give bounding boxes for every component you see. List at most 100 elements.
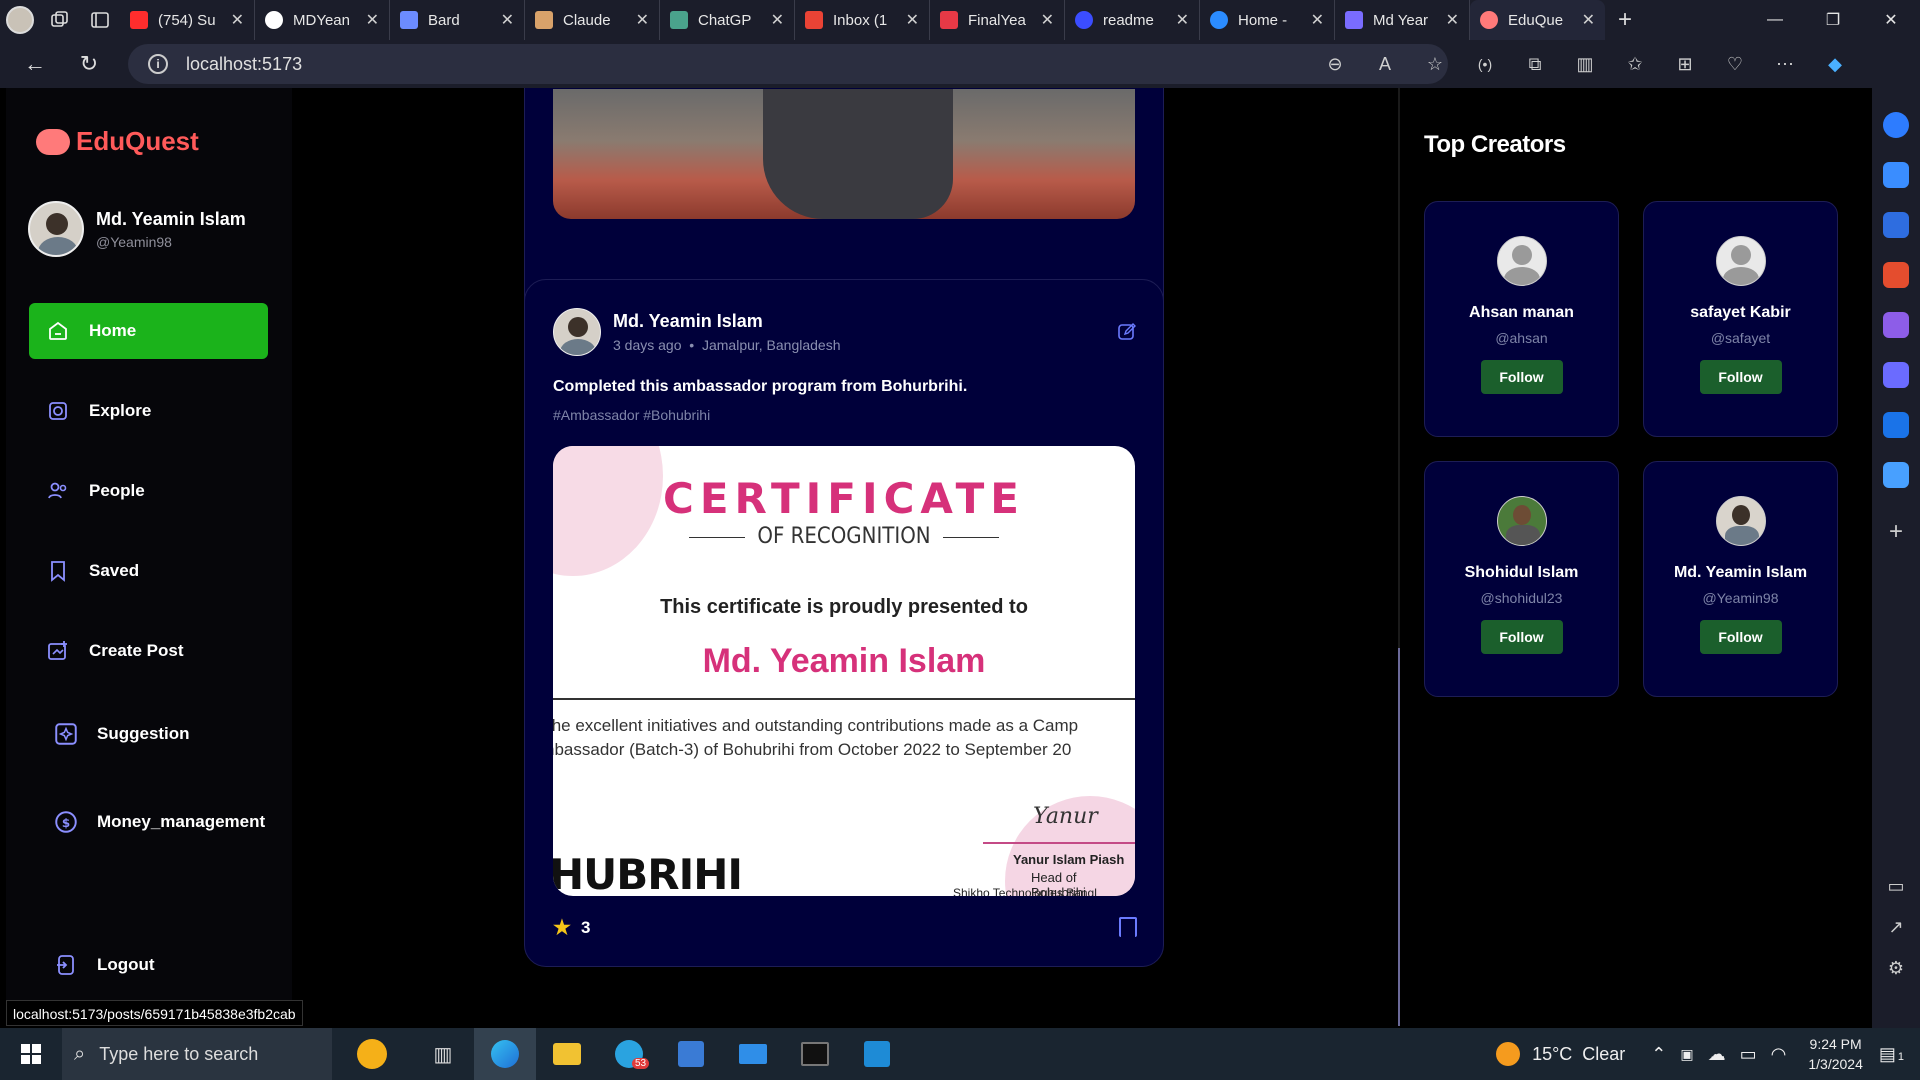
favorites-icon[interactable]: ✩ <box>1610 54 1660 75</box>
taskbar-search[interactable]: ⌕ Type here to search <box>62 1028 332 1080</box>
creator-card[interactable]: Md. Yeamin Islam @Yeamin98 Follow <box>1643 461 1838 697</box>
minimize-icon[interactable]: — <box>1746 0 1804 40</box>
creator-card[interactable]: safayet Kabir @safayet Follow <box>1643 201 1838 437</box>
nav-item-money-management[interactable]: $ Money_management <box>29 794 268 850</box>
close-icon[interactable]: ✕ <box>636 10 649 30</box>
browser-tab[interactable]: Claude ✕ <box>525 0 660 40</box>
nav-item-saved[interactable]: Saved <box>29 543 268 599</box>
edge-icon[interactable] <box>474 1028 536 1080</box>
weather-widget-icon[interactable] <box>332 1028 412 1080</box>
close-icon[interactable]: ✕ <box>501 10 514 30</box>
more-icon[interactable]: ⋯ <box>1760 54 1810 75</box>
creator-card[interactable]: Ahsan manan @ahsan Follow <box>1424 201 1619 437</box>
settings-gear-icon[interactable]: ⚙ <box>1888 958 1904 979</box>
star-icon[interactable]: ★ <box>553 915 571 940</box>
browser-tab[interactable]: Md Year ✕ <box>1335 0 1470 40</box>
close-icon[interactable]: ✕ <box>366 10 379 30</box>
browser-tab[interactable]: readme ✕ <box>1065 0 1200 40</box>
wifi-icon[interactable]: ◠ <box>1771 1044 1787 1065</box>
close-icon[interactable]: ✕ <box>1176 10 1189 30</box>
weather-text[interactable]: 15°C Clear <box>1532 1044 1625 1065</box>
drop-icon[interactable] <box>1883 462 1909 488</box>
favorite-star-icon[interactable]: ☆ <box>1410 54 1460 75</box>
browser-tab[interactable]: Inbox (1 ✕ <box>795 0 930 40</box>
store-icon[interactable] <box>660 1028 722 1080</box>
follow-button[interactable]: Follow <box>1699 620 1782 654</box>
profile-card[interactable]: Md. Yeamin Islam @Yeamin98 <box>28 201 246 257</box>
chevron-up-icon[interactable]: ⌃ <box>1651 1044 1666 1065</box>
bookmark-icon[interactable] <box>1119 917 1137 943</box>
nav-item-suggestion[interactable]: Suggestion <box>29 706 268 762</box>
url-field[interactable]: i localhost:5173 <box>128 44 1448 84</box>
browser-tab[interactable]: FinalYea ✕ <box>930 0 1065 40</box>
notification-center-icon[interactable]: ▤ 1 <box>1879 1044 1904 1065</box>
browser-tab-active[interactable]: EduQue ✕ <box>1470 0 1605 40</box>
telegram-icon[interactable]: 53 <box>598 1028 660 1080</box>
close-icon[interactable]: ✕ <box>1311 10 1324 30</box>
creator-card[interactable]: Shohidul Islam @shohidul23 Follow <box>1424 461 1619 697</box>
refresh-icon[interactable]: ↻ <box>62 40 116 88</box>
search-icon[interactable] <box>1883 162 1909 188</box>
browser-tab[interactable]: Home - ✕ <box>1200 0 1335 40</box>
task-view-icon[interactable]: ▥ <box>412 1028 474 1080</box>
open-external-icon[interactable]: ↗ <box>1888 917 1903 938</box>
info-icon[interactable]: i <box>148 54 168 74</box>
post-image[interactable] <box>553 89 1135 219</box>
weather-moon-icon[interactable] <box>1496 1042 1521 1066</box>
brand-logo[interactable]: EduQuest <box>36 126 199 157</box>
tools-icon[interactable] <box>1883 262 1909 288</box>
sidebar-toggle-icon[interactable]: ▭ <box>1887 876 1904 897</box>
outlook-icon[interactable] <box>1883 412 1909 438</box>
post-tags[interactable]: #Ambassador #Bohubrihi <box>553 407 710 423</box>
avatar[interactable] <box>553 308 601 356</box>
nav-item-people[interactable]: People <box>29 463 268 519</box>
restore-icon[interactable]: ❐ <box>1804 0 1862 40</box>
windows-start-icon[interactable] <box>0 1028 62 1080</box>
post-author[interactable]: Md. Yeamin Islam <box>613 311 841 332</box>
nav-item-home[interactable]: Home <box>29 303 268 359</box>
terminal-icon[interactable] <box>784 1028 846 1080</box>
browser-tab[interactable]: Bard ✕ <box>390 0 525 40</box>
browser-tab[interactable]: MDYean ✕ <box>255 0 390 40</box>
edit-icon[interactable] <box>1117 322 1137 347</box>
nav-item-explore[interactable]: Explore <box>29 383 268 439</box>
close-icon[interactable]: ✕ <box>1446 10 1459 30</box>
camera-icon[interactable]: ▣ <box>1680 1046 1693 1063</box>
close-icon[interactable]: ✕ <box>771 10 784 30</box>
browser-tab[interactable]: ChatGP ✕ <box>660 0 795 40</box>
office-icon[interactable] <box>1883 362 1909 388</box>
battery-icon[interactable]: ▭ <box>1740 1044 1757 1065</box>
onedrive-cloud-icon[interactable]: ☁ <box>1708 1044 1726 1065</box>
scrollbar[interactable] <box>1398 648 1400 1026</box>
tab-actions-icon[interactable] <box>80 0 120 40</box>
star-reaction[interactable]: ★ 3 <box>553 915 590 940</box>
new-tab-button[interactable]: + <box>1605 0 1645 40</box>
taskbar-clock[interactable]: 9:24 PM 1/3/2024 <box>1808 1034 1863 1074</box>
back-icon[interactable]: ← <box>8 40 62 88</box>
split-screen-icon[interactable]: ▥ <box>1560 54 1610 75</box>
read-aloud-icon[interactable]: A <box>1360 54 1410 75</box>
profile-icon[interactable] <box>0 0 40 40</box>
games-icon[interactable] <box>1883 312 1909 338</box>
close-window-icon[interactable]: ✕ <box>1862 0 1920 40</box>
copilot-icon[interactable]: ◆ <box>1810 54 1860 75</box>
mail-icon[interactable] <box>722 1028 784 1080</box>
notification-bell-icon[interactable] <box>1883 112 1909 138</box>
extension-icon[interactable]: (•) <box>1460 56 1510 72</box>
close-icon[interactable]: ✕ <box>231 10 244 30</box>
follow-button[interactable]: Follow <box>1699 360 1782 394</box>
follow-button[interactable]: Follow <box>1480 360 1563 394</box>
certificate-image[interactable]: CERTIFICATE OF RECOGNITION This certific… <box>553 446 1135 896</box>
nav-item-create-post[interactable]: Create Post <box>29 623 268 679</box>
close-icon[interactable]: ✕ <box>1582 10 1595 30</box>
close-icon[interactable]: ✕ <box>906 10 919 30</box>
close-icon[interactable]: ✕ <box>1041 10 1054 30</box>
performance-icon[interactable]: ♡ <box>1710 54 1760 75</box>
browser-tab[interactable]: (754) Su ✕ <box>120 0 255 40</box>
add-icon[interactable]: + <box>1889 518 1903 546</box>
collections-icon[interactable]: ⊞ <box>1660 54 1710 75</box>
logout-button[interactable]: Logout <box>29 937 268 993</box>
shopping-tag-icon[interactable] <box>1883 212 1909 238</box>
puzzle-icon[interactable]: ⧉ <box>1510 54 1560 75</box>
zoom-out-icon[interactable]: ⊖ <box>1310 54 1360 75</box>
